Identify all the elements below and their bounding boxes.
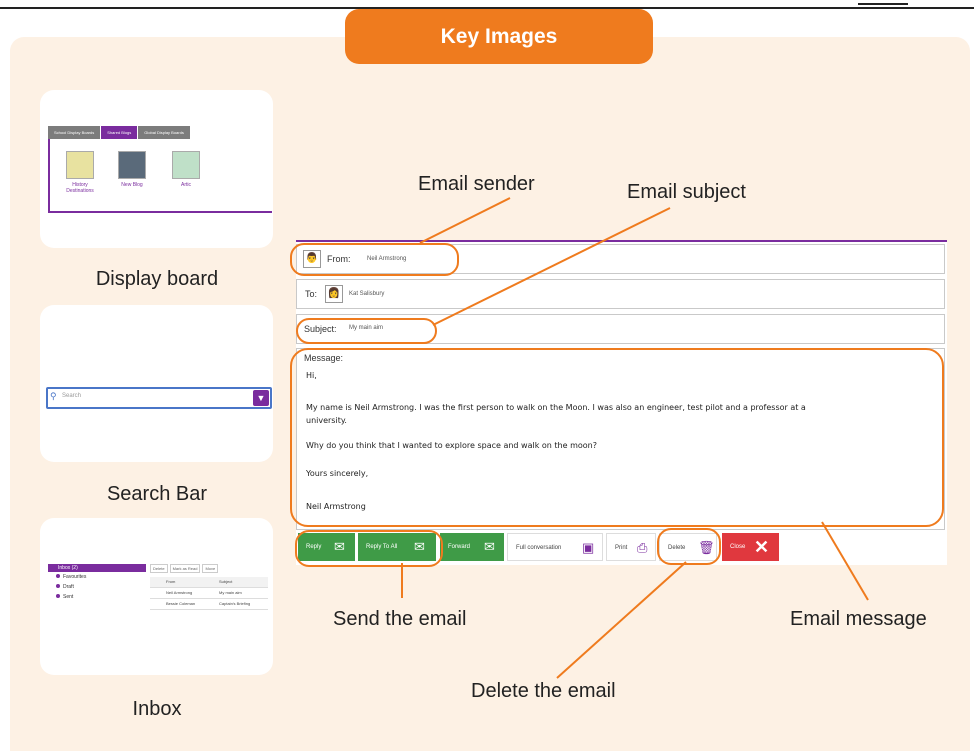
subject-line <box>432 207 671 326</box>
annotation-email-message: Email message <box>790 608 927 630</box>
sender-line <box>419 197 511 244</box>
delete-line <box>556 561 687 679</box>
annotation-lines <box>401 197 869 679</box>
annotation-send-email: Send the email <box>333 608 467 630</box>
annotation-delete-email: Delete the email <box>471 680 616 702</box>
annotation-email-subject: Email subject <box>627 181 746 203</box>
message-line <box>821 521 869 601</box>
annotation-email-sender: Email sender <box>418 173 535 195</box>
